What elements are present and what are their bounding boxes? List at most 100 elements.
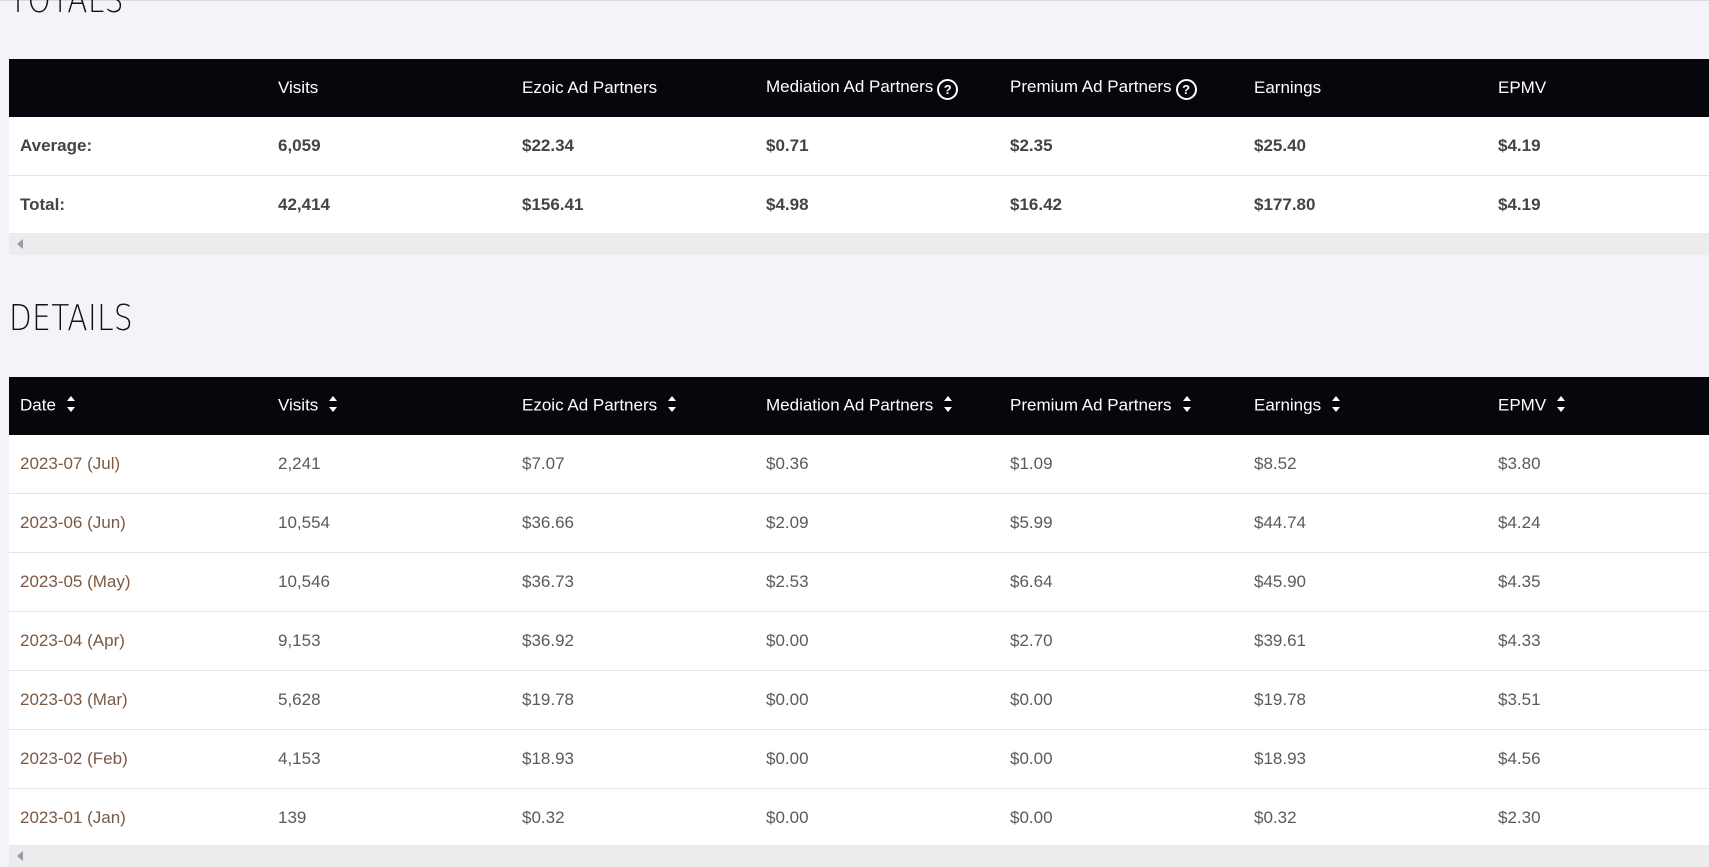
table-cell: $0.00 — [999, 670, 1243, 730]
totals-header-premium: Premium Ad Partners? — [999, 59, 1243, 117]
table-cell: $2.53 — [755, 552, 999, 612]
table-row: 2023-03 (Mar) 5,628 $19.78 $0.00 $0.00 $19.78… — [9, 670, 1709, 730]
scroll-left-arrow-icon[interactable] — [17, 239, 23, 249]
totals-horizontal-scrollbar[interactable] — [9, 233, 1709, 255]
table-cell: $3.80 — [1487, 435, 1709, 494]
date-cell: 2023-02 (Feb) — [9, 729, 267, 789]
details-header-row: Date Visits Ezoic Ad Partners Mediation Ad … — [9, 377, 1709, 435]
table-cell: $2.30 — [1487, 788, 1709, 848]
details-header-earnings[interactable]: Earnings — [1243, 377, 1487, 435]
details-header-label: Ezoic Ad Partners — [522, 395, 658, 415]
totals-cell: $156.41 — [511, 175, 755, 235]
table-row: 2023-07 (Jul) 2,241 $7.07 $0.36 $1.09 $8.52 $3… — [9, 435, 1709, 494]
table-cell: $0.00 — [999, 788, 1243, 848]
date-cell: 2023-06 (Jun) — [9, 493, 267, 553]
table-row: 2023-04 (Apr) 9,153 $36.92 $0.00 $2.70 $39.61… — [9, 611, 1709, 671]
table-cell: $36.92 — [511, 611, 755, 671]
date-cell: 2023-04 (Apr) — [9, 611, 267, 671]
table-cell: 9,153 — [267, 611, 511, 671]
details-header-premium[interactable]: Premium Ad Partners — [999, 377, 1243, 435]
totals-cell: 42,414 — [267, 175, 511, 235]
details-header-label: Earnings — [1254, 395, 1322, 415]
question-circle-icon[interactable]: ? — [937, 78, 959, 100]
details-horizontal-scrollbar[interactable] — [9, 845, 1709, 867]
totals-header-earnings: Earnings — [1254, 78, 1322, 97]
table-cell: $4.56 — [1487, 729, 1709, 789]
table-cell: $19.78 — [511, 670, 755, 730]
table-cell: $0.00 — [755, 788, 999, 848]
table-row: 2023-01 (Jan) 139 $0.32 $0.00 $0.00 $0.32 $2.3… — [9, 788, 1709, 848]
question-circle-icon[interactable]: ? — [1175, 78, 1197, 100]
table-cell: $5.99 — [999, 493, 1243, 553]
table-cell: $4.35 — [1487, 552, 1709, 612]
details-section-title: DETAILS — [9, 298, 134, 339]
details-table: Date Visits Ezoic Ad Partners Mediation Ad … — [9, 377, 1709, 848]
table-row: 2023-06 (Jun) 10,554 $36.66 $2.09 $5.99 $44.7… — [9, 493, 1709, 553]
date-cell: 2023-07 (Jul) — [9, 435, 267, 494]
scroll-left-arrow-icon[interactable] — [17, 851, 23, 861]
totals-cell: $0.71 — [755, 117, 999, 176]
sort-updown-icon[interactable] — [1556, 393, 1566, 415]
details-header-visits[interactable]: Visits — [267, 377, 511, 435]
totals-cell: $16.42 — [999, 175, 1243, 235]
table-cell: 5,628 — [267, 670, 511, 730]
table-cell: $18.93 — [511, 729, 755, 789]
sort-updown-icon[interactable] — [328, 393, 338, 415]
sort-updown-icon[interactable] — [667, 393, 677, 415]
top-rule — [0, 0, 1709, 1]
table-cell: $19.78 — [1243, 670, 1487, 730]
sort-updown-icon[interactable] — [66, 393, 76, 415]
table-cell: $0.00 — [999, 729, 1243, 789]
table-cell: 4,153 — [267, 729, 511, 789]
table-cell: $7.07 — [511, 435, 755, 494]
totals-cell: $2.35 — [999, 117, 1243, 176]
table-cell: $44.74 — [1243, 493, 1487, 553]
totals-cell: 6,059 — [267, 117, 511, 176]
table-cell: 139 — [267, 788, 511, 848]
details-header-label: Premium Ad Partners — [1010, 395, 1172, 415]
totals-row-label: Average: — [9, 117, 267, 176]
totals-cell: $22.34 — [511, 117, 755, 176]
table-cell: $0.00 — [755, 729, 999, 789]
table-cell: 10,546 — [267, 552, 511, 612]
table-cell: $8.52 — [1243, 435, 1487, 494]
sort-updown-icon[interactable] — [1331, 393, 1341, 415]
totals-cell: $4.98 — [755, 175, 999, 235]
table-cell: $0.00 — [755, 611, 999, 671]
totals-cell: $25.40 — [1243, 117, 1487, 176]
table-cell: $1.09 — [999, 435, 1243, 494]
date-cell: 2023-01 (Jan) — [9, 788, 267, 848]
table-row: 2023-05 (May) 10,546 $36.73 $2.53 $6.64 $45.9… — [9, 552, 1709, 612]
table-cell: $4.24 — [1487, 493, 1709, 553]
totals-section-title: TOTALS — [9, 0, 124, 21]
totals-header-mediation-label: Mediation Ad Partners — [766, 76, 934, 96]
table-cell: 10,554 — [267, 493, 511, 553]
table-cell: $6.64 — [999, 552, 1243, 612]
details-header-epmv[interactable]: EPMV — [1487, 377, 1709, 435]
totals-row: Average: 6,059 $22.34 $0.71 $2.35 $25.40 $4.19 — [9, 117, 1709, 176]
totals-cell: $4.19 — [1487, 175, 1709, 235]
sort-updown-icon[interactable] — [1182, 393, 1192, 415]
date-cell: 2023-03 (Mar) — [9, 670, 267, 730]
sort-updown-icon[interactable] — [943, 393, 953, 415]
totals-header-label — [9, 59, 267, 117]
table-cell: $0.36 — [755, 435, 999, 494]
details-header-mediation[interactable]: Mediation Ad Partners — [755, 377, 999, 435]
totals-header-ezoic: Ezoic Ad Partners — [522, 78, 658, 97]
table-row: 2023-02 (Feb) 4,153 $18.93 $0.00 $0.00 $18.93… — [9, 729, 1709, 789]
totals-cell: $4.19 — [1487, 117, 1709, 176]
totals-table: Visits Ezoic Ad Partners Mediation Ad Pa… — [9, 59, 1709, 235]
details-header-date[interactable]: Date — [9, 377, 267, 435]
table-cell: 2,241 — [267, 435, 511, 494]
totals-header-row: Visits Ezoic Ad Partners Mediation Ad Pa… — [9, 59, 1709, 117]
table-cell: $4.33 — [1487, 611, 1709, 671]
details-header-label: Date — [20, 395, 56, 415]
table-cell: $45.90 — [1243, 552, 1487, 612]
details-header-ezoic[interactable]: Ezoic Ad Partners — [511, 377, 755, 435]
table-cell: $36.73 — [511, 552, 755, 612]
table-cell: $2.70 — [999, 611, 1243, 671]
totals-cell: $177.80 — [1243, 175, 1487, 235]
totals-row: Total: 42,414 $156.41 $4.98 $16.42 $177.80 $4.… — [9, 175, 1709, 235]
date-cell: 2023-05 (May) — [9, 552, 267, 612]
table-cell: $0.00 — [755, 670, 999, 730]
